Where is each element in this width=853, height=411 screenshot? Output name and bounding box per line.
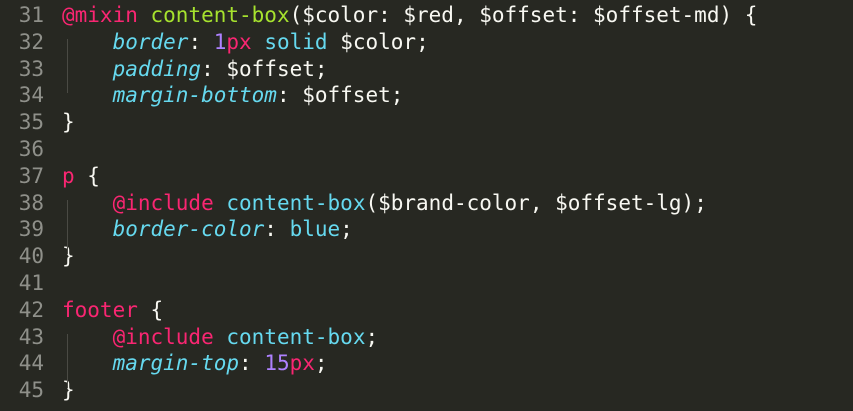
code-token: ; xyxy=(314,351,328,376)
code-line[interactable]: 40} xyxy=(0,243,853,270)
code-token: padding xyxy=(112,56,202,81)
code-line[interactable]: 34 margin-bottom: $offset; xyxy=(0,82,853,109)
code-token: solid xyxy=(264,29,328,54)
code-token: { xyxy=(74,163,100,188)
line-number: 42 xyxy=(18,297,44,322)
code-token: @include xyxy=(112,324,214,349)
code-token: footer xyxy=(62,297,138,322)
code-token: : xyxy=(264,217,290,242)
code-token: border-color xyxy=(112,217,265,242)
line-number: 34 xyxy=(18,83,44,108)
code-line[interactable]: 41 xyxy=(0,270,853,297)
code-text: padding: $offset; xyxy=(62,56,328,83)
line-number: 35 xyxy=(18,110,44,135)
line-number: 36 xyxy=(18,137,44,161)
indent-guide xyxy=(67,334,68,388)
code-line[interactable]: 33 padding: $offset; xyxy=(0,56,853,83)
indent-guide xyxy=(67,200,68,254)
code-token: : xyxy=(188,29,214,54)
code-token: 15 xyxy=(264,351,290,376)
code-token: border xyxy=(112,29,189,54)
code-line[interactable]: 32 border: 1px solid $color; xyxy=(0,29,853,56)
line-number: 43 xyxy=(18,324,44,349)
code-line[interactable]: 36 xyxy=(0,136,853,163)
code-token: } xyxy=(62,110,75,135)
line-number: 38 xyxy=(18,190,44,215)
code-token: content-box xyxy=(226,190,366,215)
code-token: @include xyxy=(112,190,214,215)
code-token: : $offset; xyxy=(276,83,404,108)
code-token: p xyxy=(62,163,75,188)
line-number: 40 xyxy=(18,244,44,269)
code-token: @mixin xyxy=(62,3,138,27)
code-token: content-box xyxy=(150,3,290,27)
line-number: 45 xyxy=(18,378,44,403)
code-line[interactable]: 44 margin-top: 15px; xyxy=(0,350,853,377)
code-token: : $offset; xyxy=(201,56,328,81)
code-line[interactable]: 39 border-color: blue; xyxy=(0,216,853,243)
code-token: { xyxy=(137,297,164,322)
code-text: border-color: blue; xyxy=(62,216,353,243)
code-token: margin-top xyxy=(112,351,240,376)
code-line[interactable]: 38 @include content-box($brand-color, $o… xyxy=(0,190,853,217)
code-editor[interactable]: 31 @mixin content-box($color: $red, $offs… xyxy=(0,0,853,411)
code-text: } xyxy=(62,377,75,404)
indent-guide xyxy=(67,39,68,93)
line-number: 31 xyxy=(18,3,44,27)
code-text: @include content-box($brand-color, $offs… xyxy=(62,190,707,217)
code-text: border: 1px solid $color; xyxy=(62,29,429,56)
code-text: footer { xyxy=(62,297,163,324)
code-token: $color; xyxy=(327,29,429,54)
line-number: 33 xyxy=(18,56,44,81)
code-token: ; xyxy=(340,217,353,242)
code-token: blue xyxy=(289,217,341,242)
code-token: } xyxy=(62,244,75,269)
code-token: margin-bottom xyxy=(112,83,277,108)
line-number: 32 xyxy=(18,29,44,54)
line-number: 39 xyxy=(18,217,44,242)
code-text: @include content-box; xyxy=(62,324,379,351)
code-token: : xyxy=(239,351,265,376)
code-token: ($color: $red, $offset: $offset-md) { xyxy=(289,3,758,27)
code-line[interactable]: 35} xyxy=(0,109,853,136)
code-text: margin-bottom: $offset; xyxy=(62,82,404,109)
code-text: margin-top: 15px; xyxy=(62,350,328,377)
code-token: ; xyxy=(365,324,379,349)
code-text: p { xyxy=(62,163,100,190)
line-number: 44 xyxy=(18,351,44,376)
code-line[interactable]: 43 @include content-box; xyxy=(0,324,853,351)
code-token: px xyxy=(226,29,252,54)
line-number: 37 xyxy=(18,163,44,188)
code-text: @mixin content-box($color: $red, $offset… xyxy=(62,2,757,29)
code-token: } xyxy=(62,378,75,403)
code-line[interactable]: 31 @mixin content-box($color: $red, $offs… xyxy=(0,2,853,29)
code-line[interactable]: 37 p { xyxy=(0,163,853,190)
code-token: content-box xyxy=(226,324,366,349)
code-line[interactable]: 45} xyxy=(0,377,853,404)
code-token: 1 xyxy=(213,29,227,54)
line-number: 41 xyxy=(18,271,44,295)
code-text: } xyxy=(62,243,75,270)
code-token: px xyxy=(289,351,315,376)
code-line[interactable]: 42 footer { xyxy=(0,297,853,324)
code-token: ($brand-color, $offset-lg); xyxy=(365,190,707,215)
code-text: } xyxy=(62,109,75,136)
